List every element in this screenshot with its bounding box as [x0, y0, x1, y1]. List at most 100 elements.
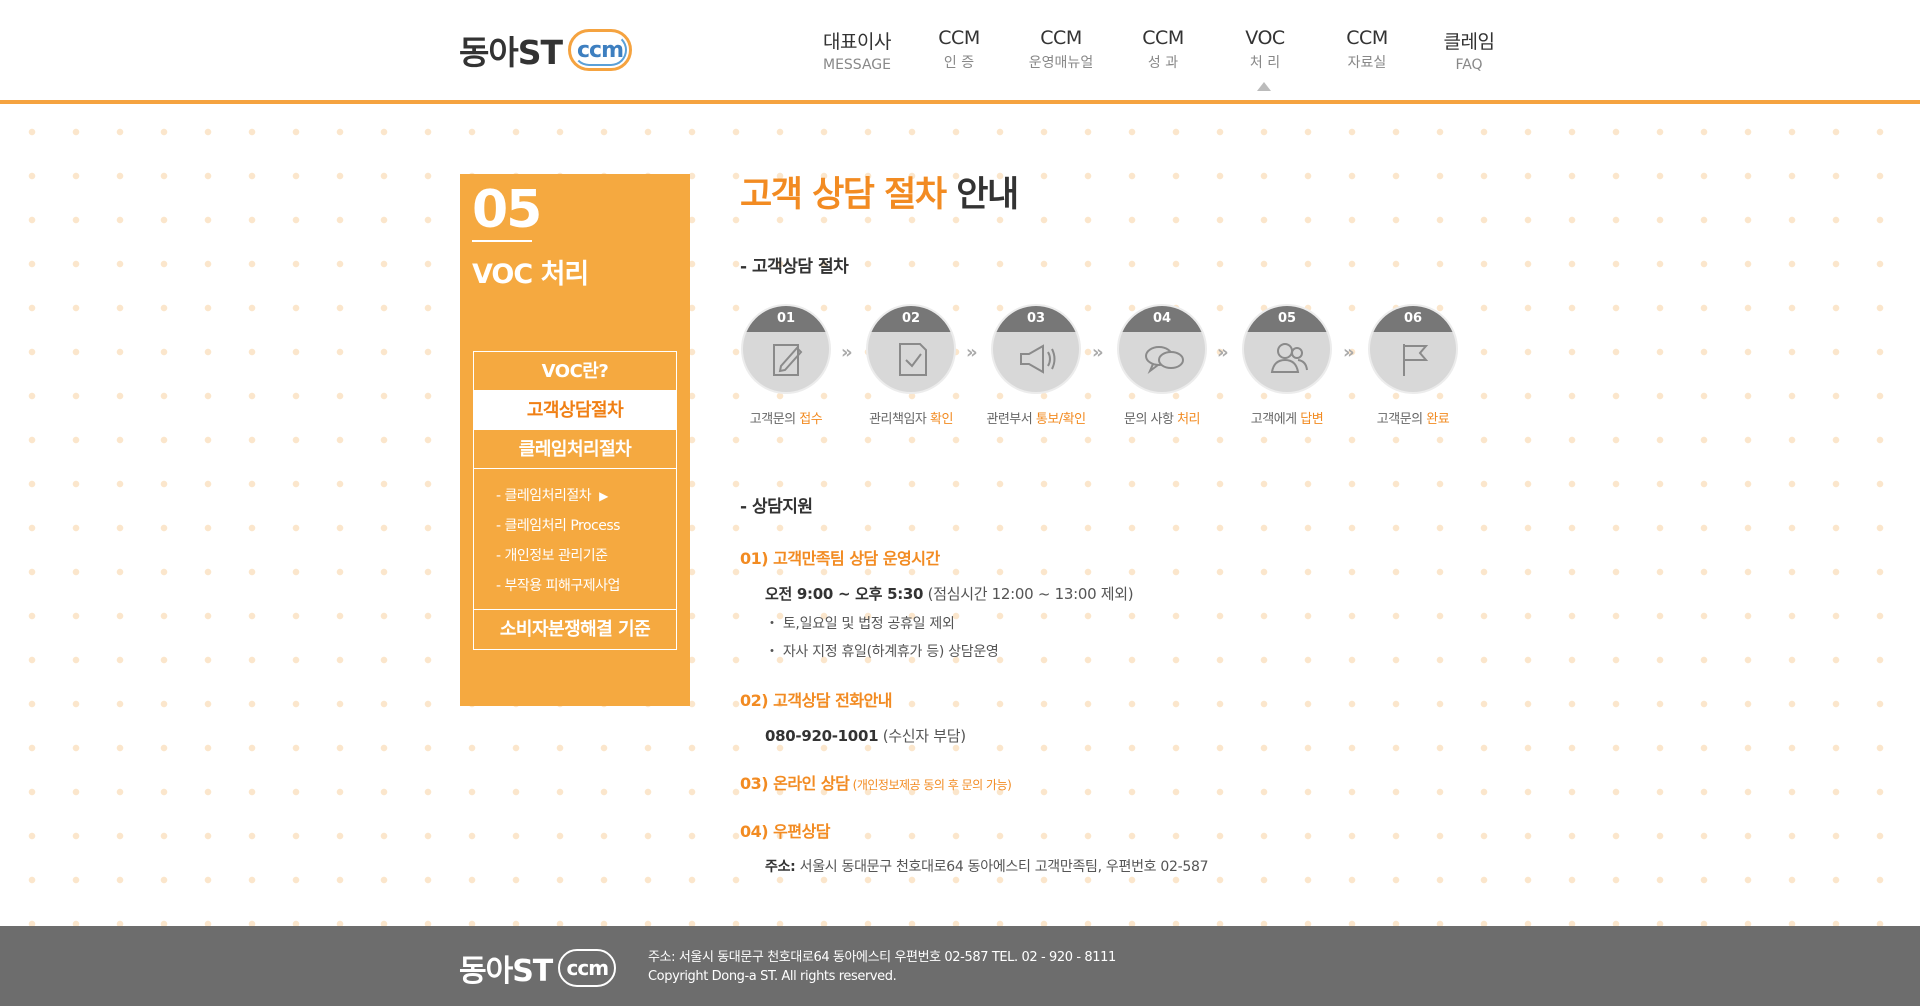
step-number: 05 [1244, 306, 1330, 332]
section-number: 05 [472, 180, 542, 240]
users-icon [1270, 343, 1308, 373]
process-step: 04 문의 사항 처리 [1102, 304, 1222, 427]
nav-main-label: CCM [1346, 27, 1388, 49]
sidebar-item-claim-process[interactable]: 클레임처리절차 [474, 430, 676, 469]
submenu-side-effect-relief[interactable]: - 부작용 피해구제사업 [496, 571, 676, 601]
step-number: 03 [993, 306, 1079, 332]
nav-sub-label: 성 과 [1147, 55, 1179, 71]
step-circle: 06 [1368, 304, 1458, 394]
nav-item-ccm-library[interactable]: CCM 자료실 [1316, 27, 1418, 73]
process-step: 03 관련부서 통보/확인 [976, 304, 1096, 427]
process-step: 05 고객에게 답변 [1227, 304, 1347, 427]
main-content: 고객 상담 절차 안내 - 고객상담 절차 01 고객문의 접수 » 02 관리… [740, 166, 1460, 875]
mail-address: 주소: 서울시 동대문구 천호대로64 동아에스티 고객만족팀, 우편번호 02… [740, 856, 1460, 876]
page-title-highlight: 고객 상담 절차 [740, 175, 947, 215]
step-text: 고객문의 [749, 412, 800, 427]
site-footer: 동아ST ccm 주소: 서울시 동대문구 천호대로64 동아에스티 우편번호 … [0, 926, 1920, 1006]
mail-label: 주소: [765, 859, 796, 875]
step-label: 고객문의 접수 [726, 408, 846, 427]
step-number: 01 [743, 306, 829, 332]
submenu-claim-flow[interactable]: - 클레임처리 Process [496, 511, 676, 541]
nav-item-ccm-certification[interactable]: CCM 인 증 [908, 27, 1010, 73]
chevron-right-icon: » [1217, 342, 1228, 363]
footer-logo-text: 동아ST [459, 954, 553, 989]
online-label: 03) 온라인 상담 [740, 774, 850, 793]
phone-note: (수신자 부담) [878, 727, 966, 745]
page-title-rest: 안내 [945, 175, 1019, 215]
support-heading: - 상담지원 [740, 497, 813, 517]
phone-info: 080-920-1001 (수신자 부담) [740, 725, 1460, 746]
footer-ccm-badge-text: ccm [566, 956, 610, 980]
chevron-right-icon: » [966, 342, 977, 363]
sidebar-item-consultation-process[interactable]: 고객상담절차 [474, 391, 676, 430]
step-highlight: 처리 [1177, 412, 1201, 427]
nav-main-label: CCM [1040, 27, 1082, 49]
step-number: 06 [1370, 306, 1456, 332]
process-step: 06 고객문의 완료 [1353, 304, 1473, 427]
nav-sub-label: 처 리 [1249, 55, 1281, 71]
edit-icon [773, 344, 803, 376]
step-label: 문의 사항 처리 [1102, 408, 1222, 427]
ccm-badge-text: ccm [576, 37, 624, 63]
step-highlight: 완료 [1426, 412, 1450, 427]
phone-number[interactable]: 080-920-1001 [765, 727, 879, 745]
hours-time: 오전 9:00 ~ 오후 5:30 (점심시간 12:00 ~ 13:00 제외… [740, 583, 1460, 604]
active-indicator-icon [1257, 82, 1271, 91]
step-text: 관련부서 [986, 412, 1036, 427]
submenu-claim-process[interactable]: - 클레임처리절차 ▶ [496, 481, 676, 511]
nav-item-ccm-results[interactable]: CCM 성 과 [1112, 27, 1214, 73]
hours-time-note: (점심시간 12:00 ~ 13:00 제외) [923, 585, 1134, 603]
hours-note-holiday: ・ 자사 지정 휴일(하계휴가 등) 상담운영 [765, 644, 999, 660]
submenu-label: - 클레임처리절차 [496, 488, 592, 504]
site-logo[interactable]: 동아ST ccm [459, 26, 632, 74]
step-circle: 04 [1117, 304, 1207, 394]
nav-sub-label: 자료실 [1347, 55, 1387, 71]
footer-logo: 동아ST ccm [459, 946, 617, 990]
nav-main-label: 클레임 [1443, 31, 1495, 53]
footer-ccm-badge: ccm [558, 949, 617, 987]
footer-info: 주소: 서울시 동대문구 천호대로64 동아에스티 우편번호 02-587 TE… [648, 948, 1116, 986]
step-text: 관리책임자 [869, 412, 930, 427]
step-text: 문의 사항 [1123, 412, 1178, 427]
step-circle: 05 [1242, 304, 1332, 394]
step-text: 고객문의 [1376, 412, 1427, 427]
nav-item-ccm-manual[interactable]: CCM 운영매뉴얼 [1010, 27, 1112, 73]
nav-item-claim-faq[interactable]: 클레임 FAQ [1418, 27, 1520, 73]
submenu-privacy-policy[interactable]: - 개인정보 관리기준 [496, 541, 676, 571]
hours-time-main: 오전 9:00 ~ 오후 5:30 [765, 585, 924, 603]
nav-sub-label: 운영매뉴얼 [1028, 55, 1094, 71]
step-label: 고객문의 완료 [1353, 408, 1473, 427]
page-title: 고객 상담 절차 안내 [740, 166, 1460, 217]
divider [472, 240, 532, 242]
step-number: 04 [1119, 306, 1205, 332]
sidebar-menu: VOC란? 고객상담절차 클레임처리절차 - 클레임처리절차 ▶ - 클레임처리 … [473, 351, 677, 650]
step-highlight: 답변 [1300, 412, 1324, 427]
footer-address: 주소: 서울시 동대문구 천호대로64 동아에스티 우편번호 02-587 TE… [648, 950, 1116, 965]
nav-item-ceo-message[interactable]: 대표이사 MESSAGE [806, 27, 908, 73]
process-step: 02 관리책임자 확인 [851, 304, 971, 427]
step-label: 관련부서 통보/확인 [976, 408, 1096, 427]
section-title: VOC 처리 [472, 259, 589, 290]
phone-heading: 02) 고객상담 전화안내 [740, 691, 892, 710]
nav-main-label: 대표이사 [823, 31, 891, 53]
site-header: 동아ST ccm 대표이사 MESSAGE CCM 인 증 CCM 운영매뉴얼 … [0, 0, 1920, 104]
step-label: 관리책임자 확인 [851, 408, 971, 427]
hours-heading: 01) 고객만족팀 상담 운영시간 [740, 549, 940, 568]
sidebar-item-dispute-standard[interactable]: 소비자분쟁해결 기준 [474, 610, 676, 649]
step-number: 02 [868, 306, 954, 332]
nav-sub-label: 인 증 [943, 55, 975, 71]
support-section: - 상담지원 01) 고객만족팀 상담 운영시간 오전 9:00 ~ 오후 5:… [740, 492, 1460, 876]
nav-main-label: CCM [1142, 27, 1184, 49]
step-text: 고객에게 [1250, 412, 1301, 427]
nav-main-label: CCM [938, 27, 980, 49]
hours-note-weekend: ・ 토,일요일 및 법정 공휴일 제외 [765, 616, 955, 632]
step-circle: 02 [866, 304, 956, 394]
sidebar-item-voc-intro[interactable]: VOC란? [474, 352, 676, 391]
nav-item-voc[interactable]: VOC 처 리 [1214, 27, 1316, 91]
online-note: (개인정보제공 동의 후 문의 가능) [849, 778, 1012, 792]
process-heading: - 고객상담 절차 [740, 257, 849, 277]
step-highlight: 접수 [799, 412, 823, 427]
chevron-right-icon: » [841, 342, 852, 363]
sidebar-submenu: - 클레임처리절차 ▶ - 클레임처리 Process - 개인정보 관리기준 -… [474, 469, 676, 610]
mail-heading: 04) 우편상담 [740, 822, 831, 841]
